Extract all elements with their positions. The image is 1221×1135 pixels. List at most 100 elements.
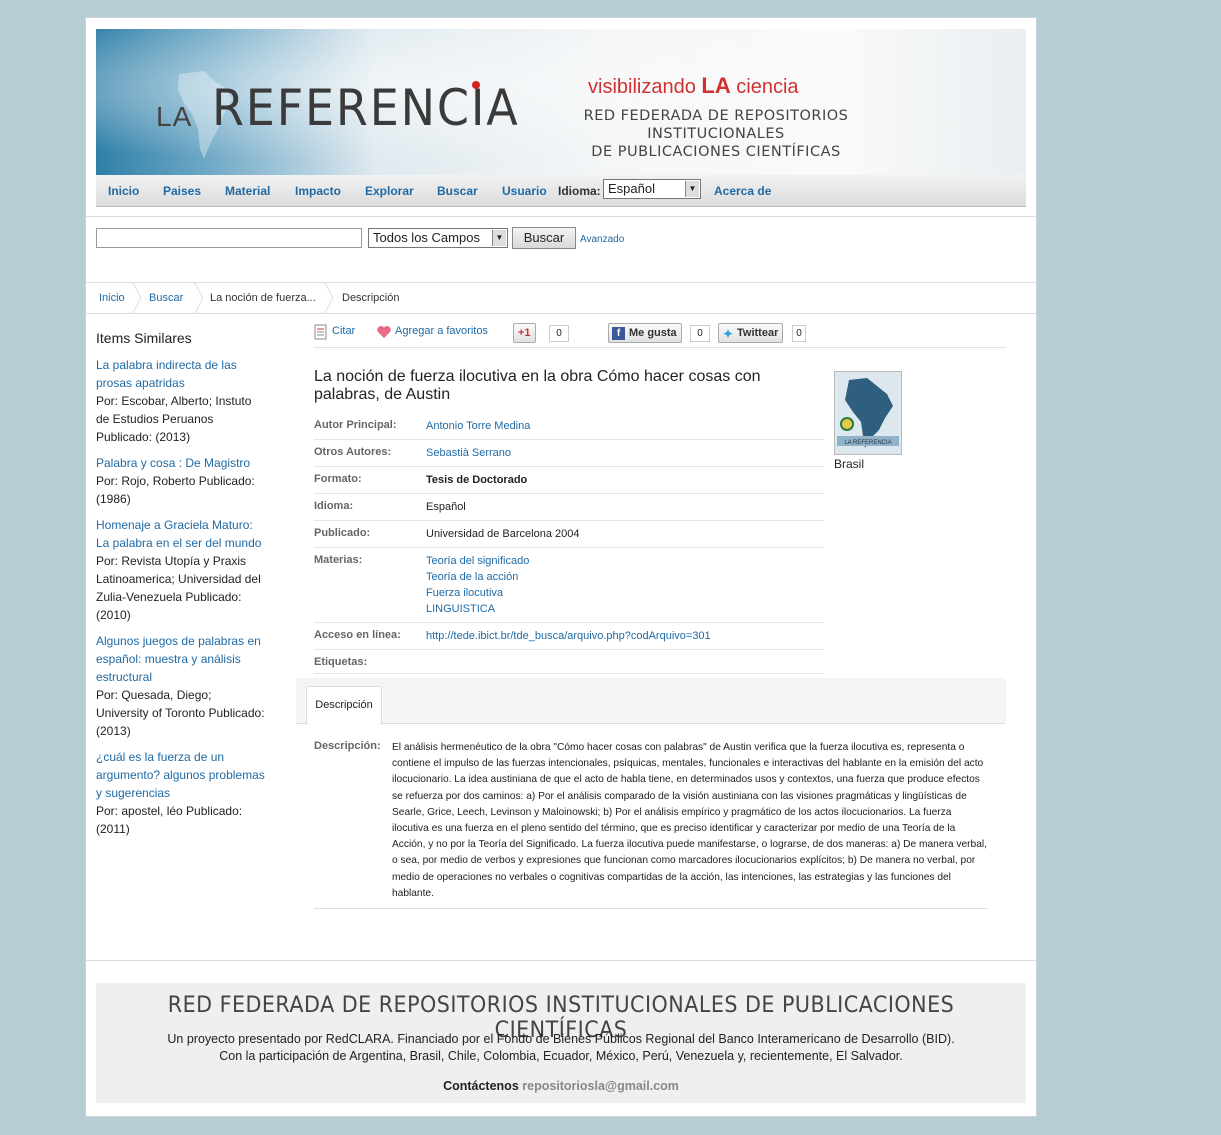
similar-item-link[interactable]: Algunos juegos de palabras en español: m… <box>96 634 261 684</box>
nav-impacto[interactable]: Impacto <box>295 184 341 198</box>
logo-red-dot <box>472 81 480 89</box>
materia-link[interactable]: Teoría del significado <box>426 555 529 567</box>
similar-item-link[interactable]: La palabra indirecta de las prosas apatr… <box>96 358 237 390</box>
description-label: Descripción: <box>314 740 381 752</box>
idioma-field-label: Idioma: <box>314 500 354 512</box>
nav-inicio[interactable]: Inicio <box>108 184 139 198</box>
formato-value: Tesis de Doctorado <box>426 474 528 486</box>
idioma-value: Español <box>426 501 466 513</box>
add-favorites-link[interactable]: Agregar a favoritos <box>395 325 488 337</box>
heart-icon <box>377 326 391 338</box>
detail-row-formato: Formato: Tesis de Doctorado <box>314 467 824 494</box>
list-item: ¿cuál es la fuerza de un argumento? algu… <box>96 748 266 838</box>
description-text: El análisis hermenéutico de la obra "Cóm… <box>392 742 987 899</box>
materia-link[interactable]: Teoría de la acción <box>426 571 518 583</box>
svg-text:LA REFERENCIA: LA REFERENCIA <box>844 440 891 446</box>
breadcrumb-inicio[interactable]: Inicio <box>99 292 125 304</box>
record-title: La noción de fuerza ilocutiva en la obra… <box>314 368 761 403</box>
list-item: La palabra indirecta de las prosas apatr… <box>96 356 266 446</box>
idioma-select[interactable]: Español ▼ <box>603 179 701 199</box>
similar-item-link[interactable]: Homenaje a Graciela Maturo: La palabra e… <box>96 518 261 550</box>
search-field-value: Todos los Campos <box>373 230 480 245</box>
chevron-down-icon: ▼ <box>492 230 506 246</box>
twitter-button[interactable]: ✦ Twittear <box>718 323 784 343</box>
similar-items-sidebar: Items Similares La palabra indirecta de … <box>96 330 266 846</box>
like-count: 0 <box>690 325 710 342</box>
breadcrumb-separator-icon <box>132 283 142 313</box>
breadcrumb-buscar[interactable]: Buscar <box>149 292 183 304</box>
network-title-line1: RED FEDERADA DE REPOSITORIOS INSTITUCION… <box>583 108 849 142</box>
detail-row-otros-autores: Otros Autores: Sebastià Serrano <box>314 440 824 467</box>
nav-acerca-de[interactable]: Acerca de <box>714 184 771 198</box>
search-button[interactable]: Buscar <box>512 227 576 249</box>
logo-la-text: LA <box>156 101 193 132</box>
materia-link[interactable]: LINGUISTICA <box>426 603 495 615</box>
nav-paises[interactable]: Paises <box>163 184 201 198</box>
materia-link[interactable]: Fuerza ilocutiva <box>426 587 503 599</box>
gplus-button[interactable]: +1 <box>513 323 536 343</box>
advanced-search-link[interactable]: Avanzado <box>580 234 624 245</box>
divider <box>86 313 1036 314</box>
footer-line1: Un proyecto presentado por RedCLARA. Fin… <box>167 1032 955 1046</box>
twitter-label: Twittear <box>737 327 779 339</box>
search-bar: Todos los Campos ▼ Buscar Avanzado <box>96 227 1026 258</box>
tab-bar: Descripción <box>296 678 1006 725</box>
autor-link[interactable]: Antonio Torre Medina <box>426 420 530 432</box>
like-label: Me gusta <box>629 327 677 339</box>
nav-usuario[interactable]: Usuario <box>502 184 547 198</box>
gplus-count: 0 <box>549 325 569 342</box>
divider <box>86 216 1036 217</box>
formato-label: Formato: <box>314 473 362 485</box>
otros-autores-link[interactable]: Sebastià Serrano <box>426 447 511 459</box>
materias-label: Materias: <box>314 554 363 566</box>
publicado-value: Universidad de Barcelona 2004 <box>426 528 580 540</box>
acceso-link[interactable]: http://tede.ibict.br/tde_busca/arquivo.p… <box>426 630 711 642</box>
header-banner: LA REFERENCIA visibilizando LA ciencia R… <box>96 29 1026 175</box>
record-details: Autor Principal: Antonio Torre Medina Ot… <box>314 413 824 674</box>
cite-icon <box>314 324 327 340</box>
footer: RED FEDERADA DE REPOSITORIOS INSTITUCION… <box>96 983 1026 1103</box>
detail-row-autor: Autor Principal: Antonio Torre Medina <box>314 413 824 440</box>
page-container: LA REFERENCIA visibilizando LA ciencia R… <box>85 17 1037 1117</box>
chevron-down-icon: ▼ <box>685 181 699 197</box>
contact-email-link[interactable]: repositoriosla@gmail.com <box>522 1079 679 1093</box>
idioma-label: Idioma: <box>558 184 601 198</box>
record-thumbnail[interactable]: LA REFERENCIA <box>834 371 902 455</box>
facebook-icon: f <box>612 327 625 340</box>
search-field-select[interactable]: Todos los Campos ▼ <box>368 228 508 248</box>
list-item: Palabra y cosa : De Magistro Por: Rojo, … <box>96 454 266 508</box>
tab-descripcion[interactable]: Descripción <box>306 686 382 725</box>
nav-buscar[interactable]: Buscar <box>437 184 478 198</box>
contact-label: Contáctenos <box>443 1079 519 1093</box>
publicado-label: Publicado: <box>314 527 371 539</box>
tagline: visibilizando LA ciencia <box>588 73 799 98</box>
network-title-line2: DE PUBLICACIONES CIENTÍFICAS <box>591 144 841 160</box>
breadcrumb-record: La noción de fuerza... <box>210 292 316 304</box>
latin-america-thumbnail-image: LA REFERENCIA <box>835 372 901 454</box>
la-referencia-logo[interactable]: LA REFERENCIA <box>156 79 518 139</box>
nav-explorar[interactable]: Explorar <box>365 184 414 198</box>
network-title: RED FEDERADA DE REPOSITORIOS INSTITUCION… <box>516 107 916 161</box>
similar-item-link[interactable]: Palabra y cosa : De Magistro <box>96 456 250 470</box>
breadcrumb-separator-icon <box>194 283 204 313</box>
detail-row-materias: Materias: Teoría del significado Teoría … <box>314 548 824 623</box>
main-nav: Inicio Paises Material Impacto Explorar … <box>96 175 1026 207</box>
otros-autores-label: Otros Autores: <box>314 446 392 458</box>
search-input[interactable] <box>96 228 362 248</box>
similar-item-meta: Por: Quesada, Diego; University of Toron… <box>96 688 265 738</box>
autor-label: Autor Principal: <box>314 419 397 431</box>
country-label: Brasil <box>834 457 865 471</box>
twitter-icon: ✦ <box>723 327 734 341</box>
record-toolbar: Citar Agregar a favoritos +1 0 f Me gust… <box>314 322 1006 348</box>
etiquetas-label: Etiquetas: <box>314 656 368 668</box>
divider <box>86 960 1036 961</box>
list-item: Algunos juegos de palabras en español: m… <box>96 632 266 740</box>
similar-item-meta: Por: apostel, léo Publicado: (2011) <box>96 804 243 836</box>
nav-material[interactable]: Material <box>225 184 270 198</box>
similar-item-meta: Por: Rojo, Roberto Publicado: (1986) <box>96 474 255 506</box>
breadcrumb-separator-icon <box>324 283 334 313</box>
similar-item-link[interactable]: ¿cuál es la fuerza de un argumento? algu… <box>96 750 265 800</box>
facebook-like-button[interactable]: f Me gusta <box>608 323 682 343</box>
cite-link[interactable]: Citar <box>332 325 355 337</box>
description-section: Descripción: El análisis hermenéutico de… <box>314 740 988 910</box>
